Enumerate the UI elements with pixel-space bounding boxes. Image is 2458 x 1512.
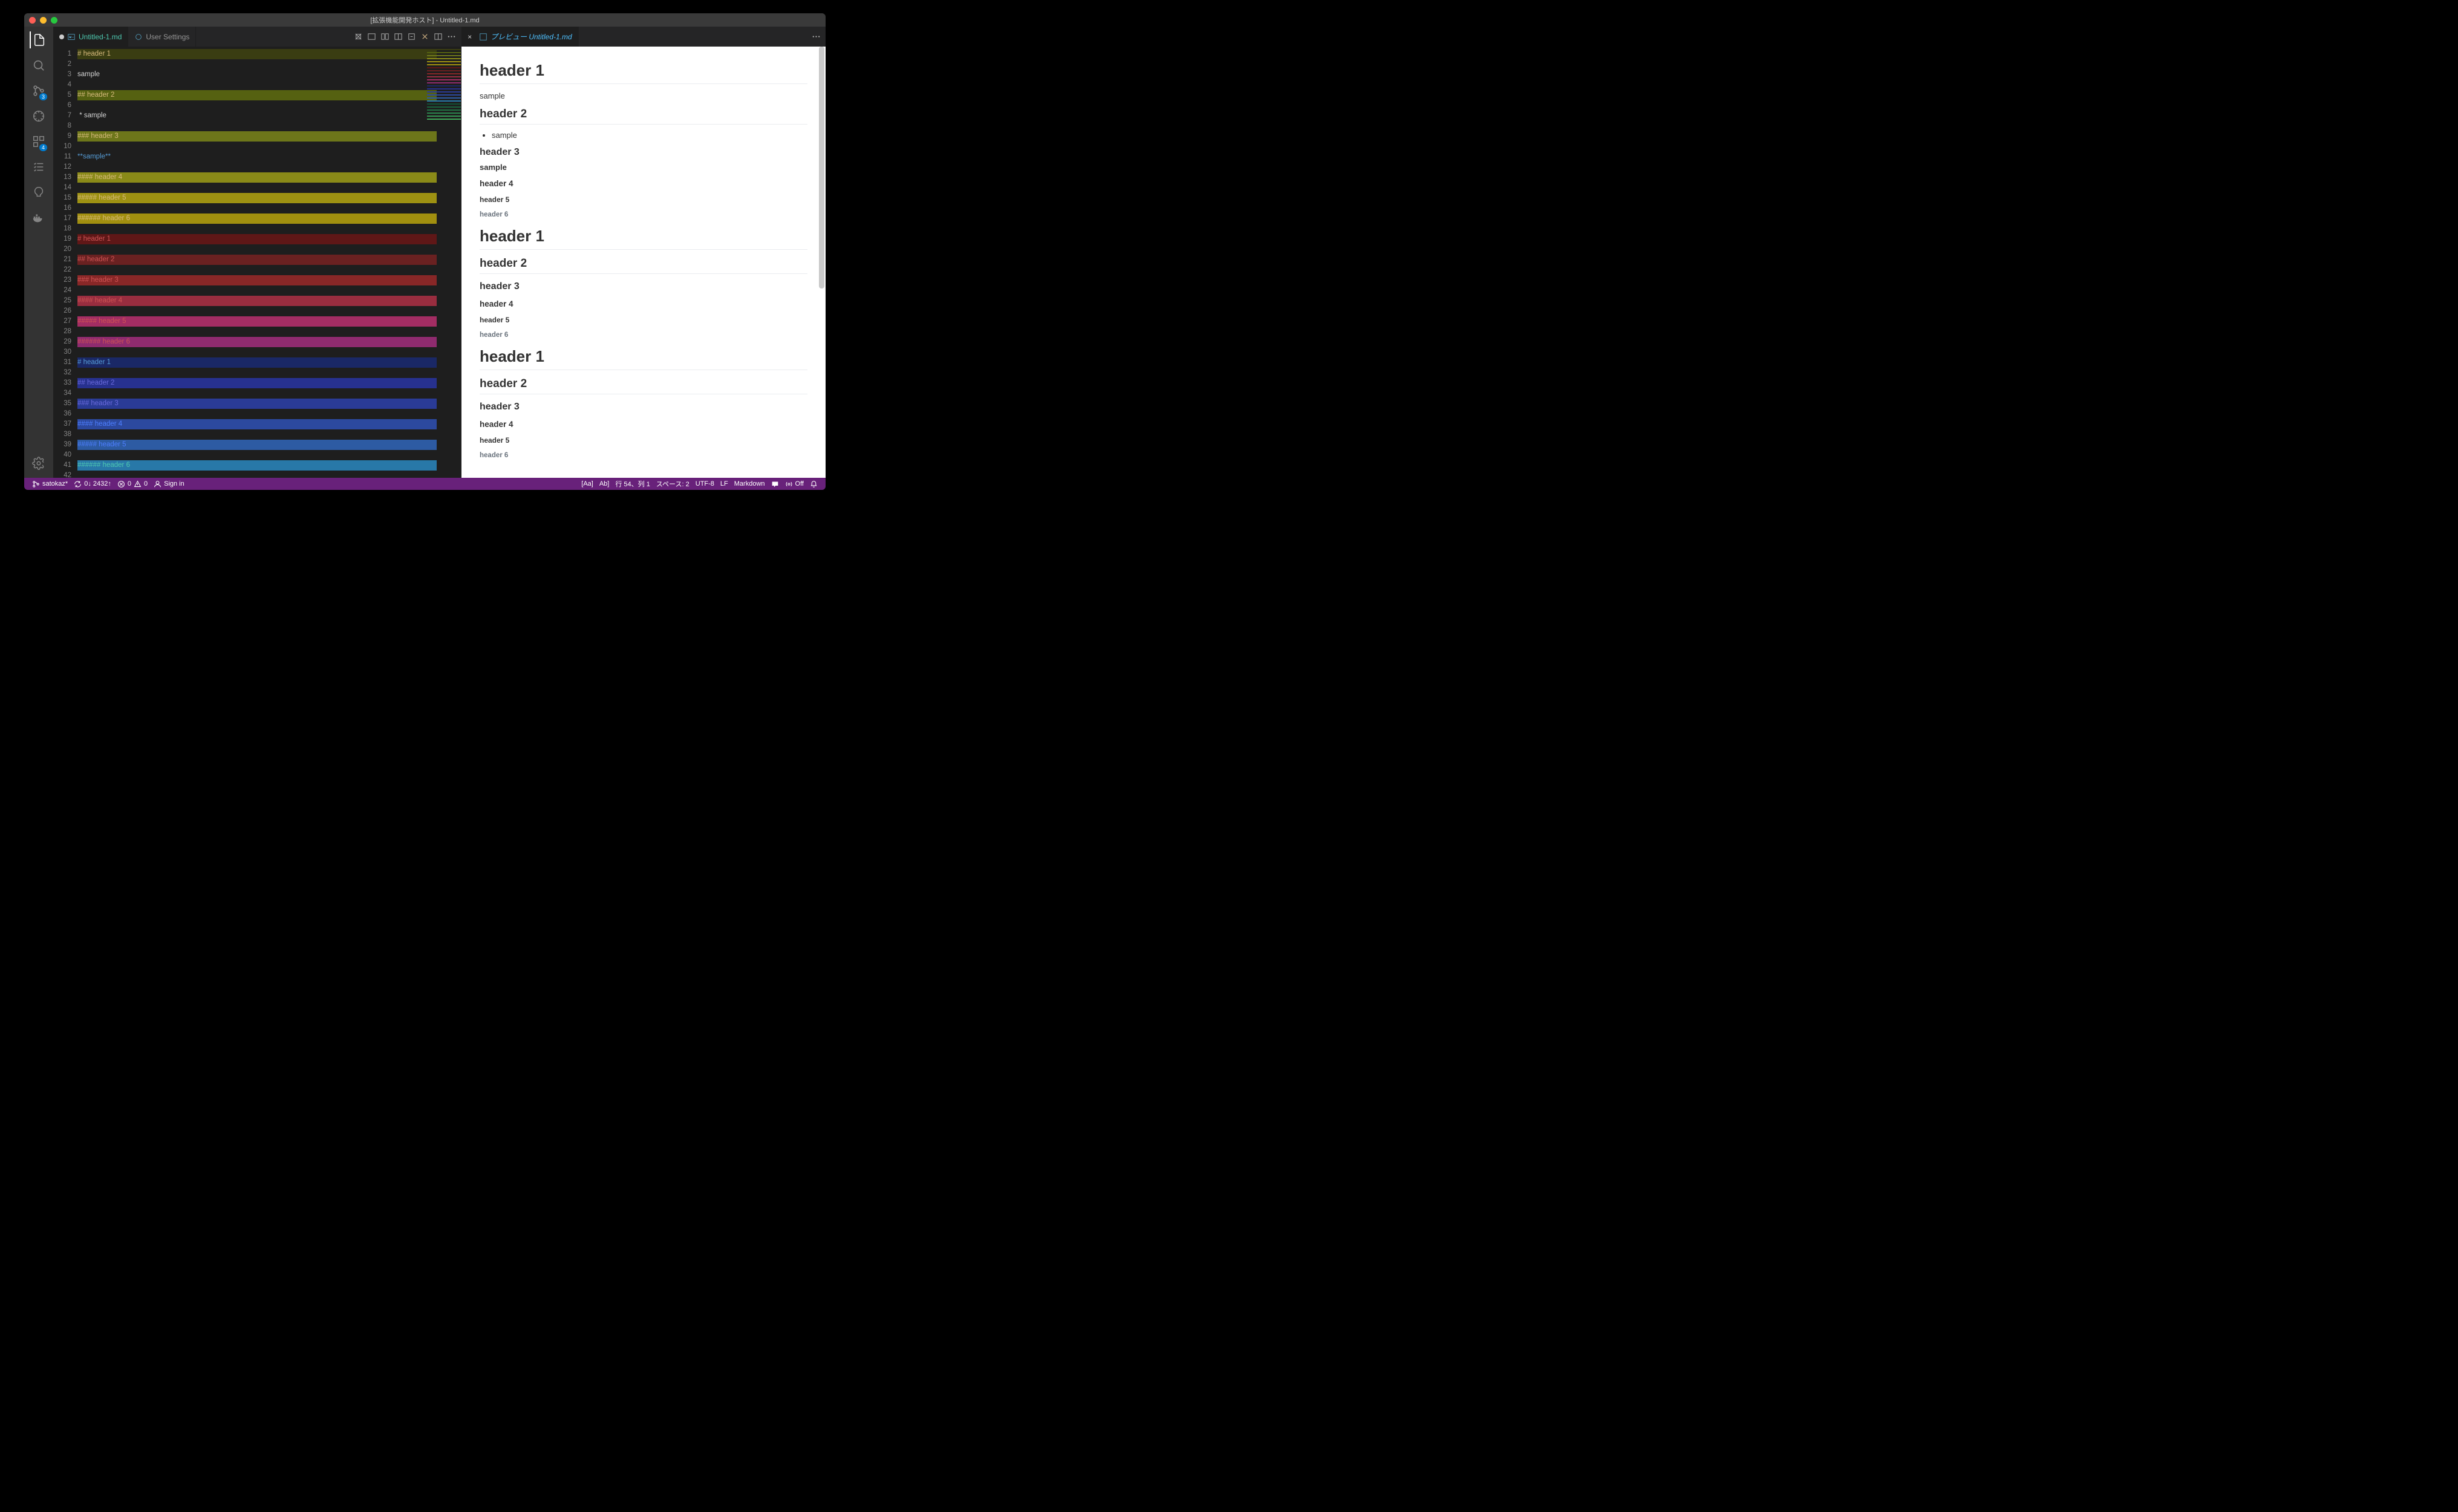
tabs-left: Untitled-1.md User Settings bbox=[53, 27, 461, 47]
action-icon-4[interactable] bbox=[392, 31, 404, 43]
titlebar[interactable]: [拡張機能開発ホスト] - Untitled-1.md bbox=[24, 13, 826, 27]
find-word[interactable]: Ab] bbox=[596, 479, 613, 489]
branch-icon bbox=[32, 480, 40, 488]
action-icon-3[interactable] bbox=[379, 31, 391, 43]
tab-label: Untitled-1.md bbox=[79, 33, 122, 41]
close-window-button[interactable] bbox=[29, 17, 36, 24]
more-actions-icon[interactable] bbox=[445, 31, 457, 43]
cursor-position[interactable]: 行 54、列 1 bbox=[612, 479, 653, 489]
problems-status[interactable]: 0 0 bbox=[114, 480, 151, 488]
preview-body: header 1sampleheader 2sampleheader 3samp… bbox=[461, 47, 826, 478]
encoding[interactable]: UTF-8 bbox=[693, 479, 717, 489]
tab-settings[interactable]: User Settings bbox=[128, 27, 196, 47]
main: 3 4 Untitled-1.md User Settings bbox=[24, 27, 826, 478]
tab-untitled[interactable]: Untitled-1.md bbox=[53, 27, 128, 47]
find-case[interactable]: [Aa] bbox=[578, 479, 596, 489]
error-icon bbox=[117, 480, 125, 488]
eol[interactable]: LF bbox=[717, 479, 731, 489]
markdown-preview[interactable]: header 1sampleheader 2sampleheader 3samp… bbox=[461, 47, 826, 478]
other-icon-1[interactable] bbox=[30, 184, 47, 201]
indentation[interactable]: スペース: 2 bbox=[653, 479, 693, 489]
tab-label: User Settings bbox=[146, 33, 189, 41]
live-share[interactable]: Off bbox=[782, 479, 807, 489]
tab-label: プレビュー Untitled-1.md bbox=[491, 31, 572, 42]
editor-actions-right bbox=[810, 27, 826, 47]
markdown-file-icon bbox=[67, 33, 76, 41]
source-control-icon[interactable]: 3 bbox=[30, 82, 47, 99]
editor-body-left[interactable]: 1234567891011121314151617181920212223242… bbox=[53, 47, 461, 478]
extensions-icon[interactable]: 4 bbox=[30, 133, 47, 150]
settings-file-icon bbox=[134, 33, 143, 41]
app-window: [拡張機能開発ホスト] - Untitled-1.md 3 4 Untitled… bbox=[24, 13, 826, 490]
editor-group-right: × プレビュー Untitled-1.md header 1samplehead… bbox=[461, 27, 826, 478]
action-icon-5[interactable] bbox=[405, 31, 417, 43]
editor-actions-left bbox=[352, 27, 461, 47]
tab-preview[interactable]: × プレビュー Untitled-1.md bbox=[461, 27, 579, 47]
signin-status[interactable]: Sign in bbox=[151, 480, 187, 488]
warning-icon bbox=[134, 480, 142, 488]
action-icon-2[interactable] bbox=[365, 31, 377, 43]
preview-file-icon bbox=[479, 33, 487, 41]
person-icon bbox=[154, 480, 161, 488]
tabs-right: × プレビュー Untitled-1.md bbox=[461, 27, 826, 47]
line-number-gutter: 1234567891011121314151617181920212223242… bbox=[53, 47, 77, 478]
activity-bar: 3 4 bbox=[24, 27, 53, 478]
debug-icon[interactable] bbox=[30, 108, 47, 125]
editor-area: Untitled-1.md User Settings bbox=[53, 27, 826, 478]
sync-icon bbox=[74, 480, 82, 488]
sync-status[interactable]: 0↓ 2432↑ bbox=[71, 480, 114, 488]
docker-icon[interactable] bbox=[30, 209, 47, 226]
settings-gear-icon[interactable] bbox=[30, 455, 47, 472]
explorer-icon[interactable] bbox=[30, 31, 47, 48]
extensions-badge: 4 bbox=[39, 144, 47, 151]
editor-group-left: Untitled-1.md User Settings bbox=[53, 27, 461, 478]
minimap[interactable] bbox=[427, 49, 461, 478]
search-icon[interactable] bbox=[30, 57, 47, 74]
scroll-thumb[interactable] bbox=[819, 47, 824, 288]
minimize-window-button[interactable] bbox=[40, 17, 47, 24]
status-bar: satokaz* 0↓ 2432↑ 0 0 Sign in [Aa] Ab] 行… bbox=[24, 478, 826, 490]
broadcast-icon bbox=[785, 480, 793, 488]
close-tab-icon[interactable]: × bbox=[468, 33, 476, 41]
action-icon-1[interactable] bbox=[352, 31, 364, 43]
scrollbar[interactable] bbox=[818, 47, 826, 478]
feedback-icon[interactable] bbox=[768, 479, 782, 489]
todo-icon[interactable] bbox=[30, 158, 47, 175]
window-title: [拡張機能開発ホスト] - Untitled-1.md bbox=[370, 15, 479, 25]
branch-status[interactable]: satokaz* bbox=[29, 480, 71, 488]
code-area[interactable]: # header 1sample## header 2 * sample### … bbox=[77, 47, 461, 478]
split-editor-icon[interactable] bbox=[432, 31, 444, 43]
action-icon-6[interactable] bbox=[419, 31, 431, 43]
more-actions-icon[interactable] bbox=[810, 31, 822, 43]
bell-icon[interactable] bbox=[807, 479, 821, 489]
language-mode[interactable]: Markdown bbox=[731, 479, 768, 489]
maximize-window-button[interactable] bbox=[51, 17, 57, 24]
scm-badge: 3 bbox=[39, 93, 47, 100]
window-controls bbox=[29, 17, 57, 24]
modified-dot-icon bbox=[59, 34, 64, 39]
